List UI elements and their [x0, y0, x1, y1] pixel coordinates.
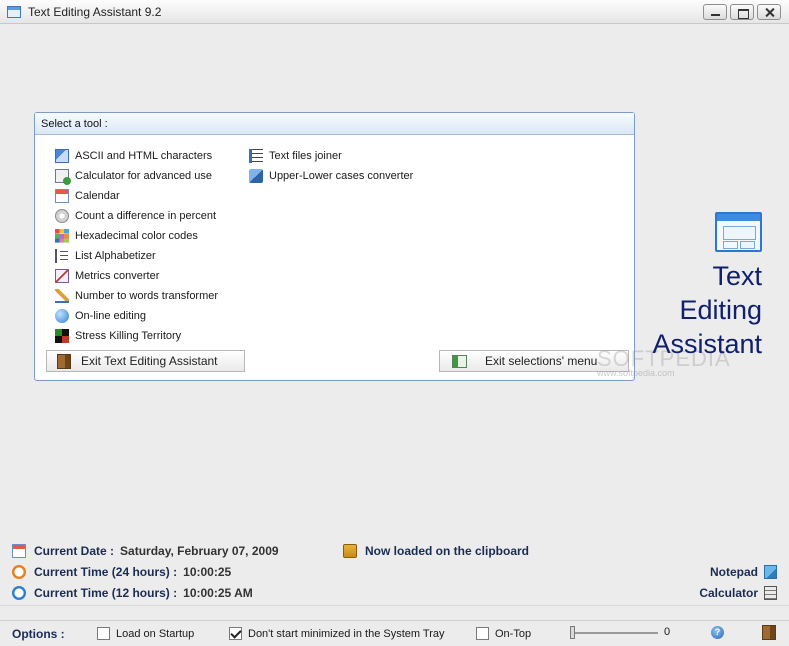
app-window-icon	[7, 5, 21, 18]
tool-ascii-html[interactable]: ASCII and HTML characters	[55, 146, 218, 166]
calculator-icon	[764, 586, 777, 600]
metrics-icon	[55, 269, 69, 283]
brand-line-1: Text	[712, 261, 762, 291]
time12-row: Current Time (12 hours) : 10:00:25 AM	[12, 586, 253, 600]
pencil-icon	[55, 289, 69, 303]
tool-case-converter[interactable]: Upper-Lower cases converter	[249, 166, 413, 186]
watermark-url: www.softpedia.com	[597, 368, 675, 378]
time12-value: 10:00:25 AM	[183, 586, 253, 600]
time12-label: Current Time (12 hours) :	[34, 586, 178, 600]
tool-calendar[interactable]: Calendar	[55, 186, 218, 206]
date-label: Current Date :	[34, 544, 115, 558]
brand-line-2: Editing	[679, 295, 762, 325]
tool-list-left: ASCII and HTML characters Calculator for…	[55, 146, 218, 346]
help-icon[interactable]: ?	[711, 626, 724, 639]
options-label: Options :	[12, 626, 65, 641]
maximize-button[interactable]	[730, 4, 754, 20]
divider	[0, 605, 789, 606]
tool-online-editing[interactable]: On-line editing	[55, 306, 218, 326]
tool-text-files-joiner[interactable]: Text files joiner	[249, 146, 413, 166]
calculator-link[interactable]: Calculator	[699, 586, 777, 600]
exit-door-icon[interactable]	[762, 625, 776, 640]
panel-header: Select a tool :	[35, 113, 634, 135]
notepad-label: Notepad	[710, 565, 758, 579]
clock-icon	[12, 565, 26, 579]
time24-label: Current Time (24 hours) :	[34, 565, 178, 579]
brand-title: Text Editing Assistant	[652, 259, 762, 361]
checkbox-box[interactable]	[229, 627, 242, 640]
transparency-slider-thumb[interactable]	[570, 626, 575, 639]
dont-minimize-label: Don't start minimized in the System Tray	[248, 627, 445, 640]
tool-number-to-words[interactable]: Number to words transformer	[55, 286, 218, 306]
tool-stress-killing[interactable]: Stress Killing Territory	[55, 326, 218, 346]
clipboard-icon	[343, 544, 357, 558]
tool-list-alphabetizer[interactable]: List Alphabetizer	[55, 246, 218, 266]
current-date-row: Current Date : Saturday, February 07, 20…	[12, 544, 279, 558]
calculator-icon	[55, 169, 71, 185]
dont-minimize-checkbox[interactable]: Don't start minimized in the System Tray	[229, 627, 445, 640]
brand-line-3: Assistant	[652, 329, 762, 359]
ascii-icon	[55, 149, 69, 163]
percent-icon	[55, 209, 69, 223]
tool-metrics-converter[interactable]: Metrics converter	[55, 266, 218, 286]
calendar-icon	[55, 189, 69, 203]
joiner-icon	[249, 149, 263, 163]
options-bar: Options : Load on Startup Don't start mi…	[0, 620, 789, 646]
tool-calculator[interactable]: Calculator for advanced use	[55, 166, 218, 186]
clock-icon	[12, 586, 26, 600]
load-on-startup-label: Load on Startup	[116, 627, 195, 640]
clipboard-label: Now loaded on the clipboard	[365, 544, 530, 558]
on-top-label: On-Top	[495, 627, 532, 640]
tool-percent-difference[interactable]: Count a difference in percent	[55, 206, 218, 226]
globe-icon	[55, 309, 69, 323]
title-bar: Text Editing Assistant 9.2	[0, 0, 789, 24]
case-icon	[249, 169, 263, 183]
tool-selection-panel: Select a tool : ASCII and HTML character…	[34, 112, 635, 381]
time24-row: Current Time (24 hours) : 10:00:25	[12, 565, 231, 579]
load-on-startup-checkbox[interactable]: Load on Startup	[97, 627, 194, 640]
time24-value: 10:00:25	[183, 565, 232, 579]
exit-app-button[interactable]: Exit Text Editing Assistant	[46, 350, 245, 372]
minimize-button[interactable]	[703, 4, 727, 20]
exit-app-label: Exit Text Editing Assistant	[81, 354, 218, 368]
slider-value: 0	[664, 626, 671, 638]
brand-window-icon	[715, 212, 762, 252]
checkbox-box[interactable]	[476, 627, 489, 640]
tool-hex-colors[interactable]: Hexadecimal color codes	[55, 226, 218, 246]
window-title: Text Editing Assistant 9.2	[28, 4, 162, 19]
on-top-checkbox[interactable]: On-Top	[476, 627, 531, 640]
calendar-icon	[12, 544, 26, 558]
clipboard-status[interactable]: Now loaded on the clipboard	[343, 544, 529, 558]
checkbox-box[interactable]	[97, 627, 110, 640]
list-icon	[55, 249, 69, 263]
exit-menu-label: Exit selections' menu	[485, 354, 598, 368]
notepad-link[interactable]: Notepad	[710, 565, 777, 579]
stress-icon	[55, 329, 69, 343]
door-icon	[57, 353, 71, 369]
tool-list-right: Text files joiner Upper-Lower cases conv…	[249, 146, 413, 186]
color-grid-icon	[55, 229, 69, 243]
calculator-label: Calculator	[699, 586, 758, 600]
back-icon	[452, 354, 467, 368]
transparency-slider-track[interactable]	[570, 632, 658, 634]
notepad-icon	[764, 565, 777, 579]
close-button[interactable]	[757, 4, 781, 20]
date-value: Saturday, February 07, 2009	[120, 544, 279, 558]
window-controls	[703, 4, 781, 20]
